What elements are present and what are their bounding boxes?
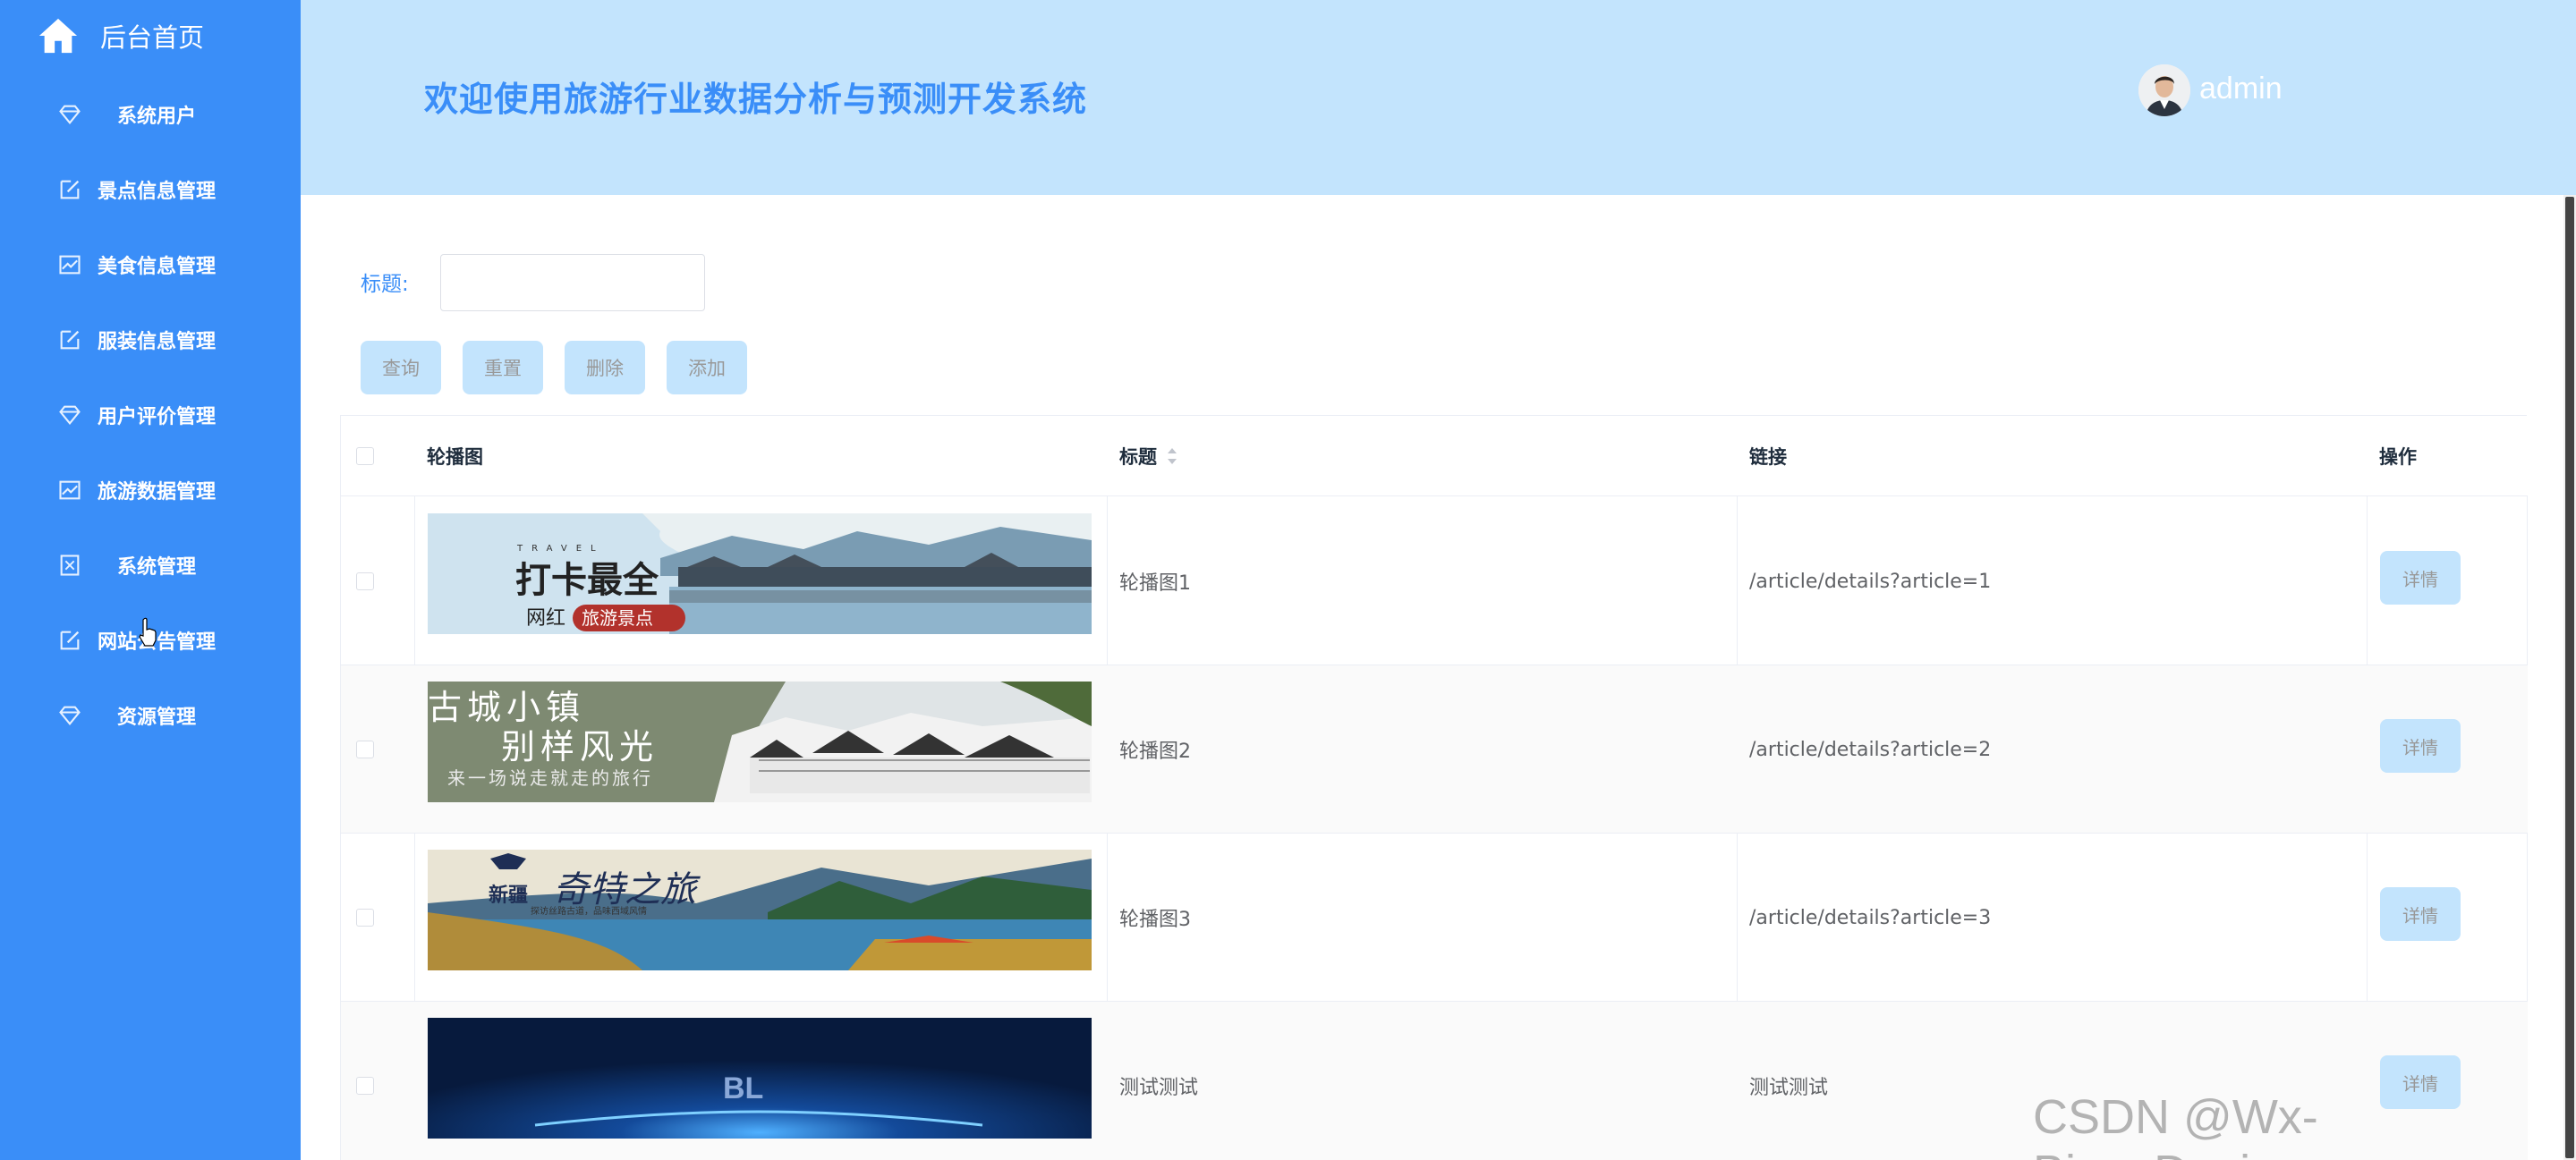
banner-image: BL — [428, 1018, 1092, 1139]
table-row: 打卡最全 网红 旅游景点 TRAVEL 轮播图1 /article/detail… — [341, 497, 2528, 665]
title-cell: 轮播图2 — [1119, 741, 1191, 763]
banner-text: 来一场说走就走的旅行 — [447, 767, 653, 789]
username[interactable]: admin — [2199, 72, 2283, 106]
banner-text: 奇特之旅 — [553, 869, 701, 910]
sidebar-item-system-admin[interactable]: 系统管理 — [0, 538, 301, 592]
column-header-link: 链接 — [1749, 446, 1787, 468]
home-icon — [38, 18, 78, 54]
sidebar-item-resources[interactable]: 资源管理 — [0, 689, 301, 742]
banner-text: BL — [723, 1071, 763, 1105]
user-avatar-icon — [2138, 64, 2190, 116]
sidebar-item-clothing[interactable]: 服装信息管理 — [0, 313, 301, 367]
header: 欢迎使用旅游行业数据分析与预测开发系统 admin — [301, 0, 2576, 195]
sidebar-item-reviews[interactable]: 用户评价管理 — [0, 388, 301, 442]
title-cell: 轮播图1 — [1119, 572, 1191, 595]
sidebar-item-label: 景点信息管理 — [97, 181, 216, 203]
delete-button[interactable]: 删除 — [565, 341, 645, 394]
banner-text: 别样风光 — [501, 727, 659, 766]
sidebar-item-label: 系统用户 — [116, 106, 196, 128]
sidebar-home-label: 后台首页 — [100, 22, 205, 53]
sidebar-item-label: 美食信息管理 — [97, 256, 216, 278]
banner-text: 新疆 — [489, 884, 528, 907]
detail-button[interactable]: 详情 — [2380, 719, 2461, 773]
query-button[interactable]: 查询 — [361, 341, 441, 394]
sidebar-item-travel-data[interactable]: 旅游数据管理 — [0, 463, 301, 517]
sidebar-home[interactable]: 后台首页 — [38, 14, 204, 57]
sidebar-item-attractions[interactable]: 景点信息管理 — [0, 163, 301, 216]
sidebar-item-label: 服装信息管理 — [97, 331, 216, 353]
sidebar-item-label: 资源管理 — [116, 707, 196, 729]
table-row: 新疆 奇特之旅 探访丝路古道，品味西域风情 轮播图3 /article/deta… — [341, 834, 2528, 1002]
link-cell: /article/details?article=1 — [1749, 570, 1992, 593]
link-cell: /article/details?article=2 — [1749, 738, 1992, 761]
select-all-checkbox[interactable] — [356, 447, 374, 465]
banner-text: 旅游景点 — [582, 607, 653, 629]
link-cell: /article/details?article=3 — [1749, 906, 1992, 929]
banner-text: 探访丝路古道，品味西域风情 — [531, 905, 647, 917]
table-row: 古城小镇 别样风光 来一场说走就走的旅行 轮播图2 /article/detai… — [341, 665, 2528, 834]
avatar[interactable] — [2138, 64, 2190, 116]
sidebar-item-system-users[interactable]: 系统用户 — [0, 88, 301, 141]
hand-cursor-icon — [139, 617, 157, 647]
page-title: 欢迎使用旅游行业数据分析与预测开发系统 — [424, 80, 1088, 119]
reset-button[interactable]: 重置 — [463, 341, 543, 394]
row-checkbox[interactable] — [356, 741, 374, 758]
row-checkbox[interactable] — [356, 909, 374, 927]
sidebar-item-label: 旅游数据管理 — [97, 481, 216, 504]
sidebar: 后台首页 系统用户 景点信息管理 美食信息管理 服装信息管理 用户评价管理 旅游… — [0, 0, 301, 1160]
sort-icon[interactable] — [1166, 446, 1178, 466]
column-header-actions: 操作 — [2379, 446, 2417, 468]
detail-button[interactable]: 详情 — [2380, 551, 2461, 605]
title-cell: 测试测试 — [1119, 1077, 1199, 1099]
banner-text: TRAVEL — [516, 544, 605, 554]
detail-button[interactable]: 详情 — [2380, 887, 2461, 941]
table-header: 轮播图 标题 链接 操作 — [341, 416, 2528, 496]
data-table: 轮播图 标题 链接 操作 打卡最全 网红 旅游景点 TRAVEL 轮播图1 /a… — [340, 415, 2528, 1160]
add-button[interactable]: 添加 — [667, 341, 747, 394]
banner-image: 古城小镇 别样风光 来一场说走就走的旅行 — [428, 682, 1092, 802]
scrollbar[interactable] — [2563, 195, 2576, 1160]
watermark: CSDN @Wx-Biye_Design — [2033, 1090, 2318, 1160]
column-header-image: 轮播图 — [427, 446, 483, 468]
sidebar-item-label: 系统管理 — [116, 556, 196, 579]
banner-text: 打卡最全 — [515, 559, 659, 601]
title-cell: 轮播图3 — [1119, 909, 1191, 931]
banner-text: 网红 — [526, 607, 565, 630]
row-checkbox[interactable] — [356, 572, 374, 590]
sidebar-item-food[interactable]: 美食信息管理 — [0, 238, 301, 292]
banner-image: 新疆 奇特之旅 探访丝路古道，品味西域风情 — [428, 850, 1092, 970]
banner-text: 古城小镇 — [428, 688, 585, 727]
search-label: 标题: — [361, 273, 409, 296]
scrollbar-thumb[interactable] — [2565, 197, 2574, 1158]
row-checkbox[interactable] — [356, 1077, 374, 1095]
banner-image: 打卡最全 网红 旅游景点 TRAVEL — [428, 513, 1092, 634]
search-input[interactable] — [440, 254, 705, 311]
column-header-title[interactable]: 标题 — [1107, 416, 1737, 496]
sidebar-item-label: 用户评价管理 — [97, 406, 216, 428]
